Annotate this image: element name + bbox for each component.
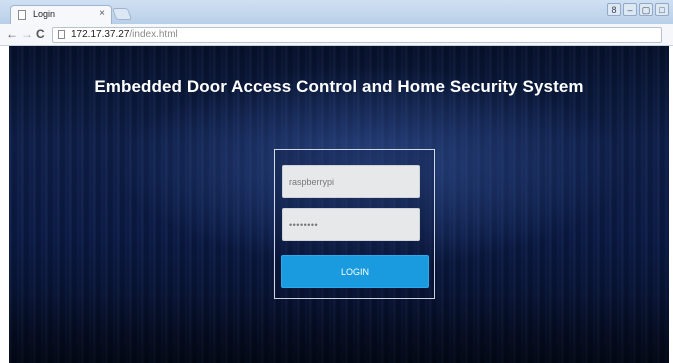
reload-icon[interactable]: C [36,27,45,41]
url-text: 172.17.37.27/index.html [71,29,178,40]
browser-tab[interactable]: Login × [10,5,112,24]
forward-arrow-icon[interactable]: → [21,27,33,41]
maximize-button[interactable]: □ [655,3,669,16]
window-controls: 8 – ▢ □ [607,3,669,17]
close-tab-icon[interactable]: × [99,8,105,19]
restore-button[interactable]: ▢ [639,3,653,16]
username-input[interactable] [282,165,420,198]
login-button[interactable]: LOGIN [281,255,429,288]
url-path: /index.html [129,29,178,40]
back-arrow-icon[interactable]: ← [6,27,18,41]
tab-title: Login [33,9,56,19]
minimize-button[interactable]: – [623,3,637,16]
url-host: 172.17.37.27 [71,29,130,40]
password-input[interactable] [282,208,420,241]
browser-toolbar: ← → C 172.17.37.27/index.html [0,24,673,46]
address-bar[interactable]: 172.17.37.27/index.html [52,27,662,43]
user-icon[interactable]: 8 [607,3,621,16]
login-form: LOGIN [274,149,435,299]
page-title: Embedded Door Access Control and Home Se… [94,77,584,96]
login-page: Embedded Door Access Control and Home Se… [9,46,669,363]
browser-tab-strip: Login × 8 – ▢ □ [0,0,673,24]
new-tab-button[interactable] [111,8,133,20]
page-icon [58,30,65,39]
page-icon [18,10,26,20]
